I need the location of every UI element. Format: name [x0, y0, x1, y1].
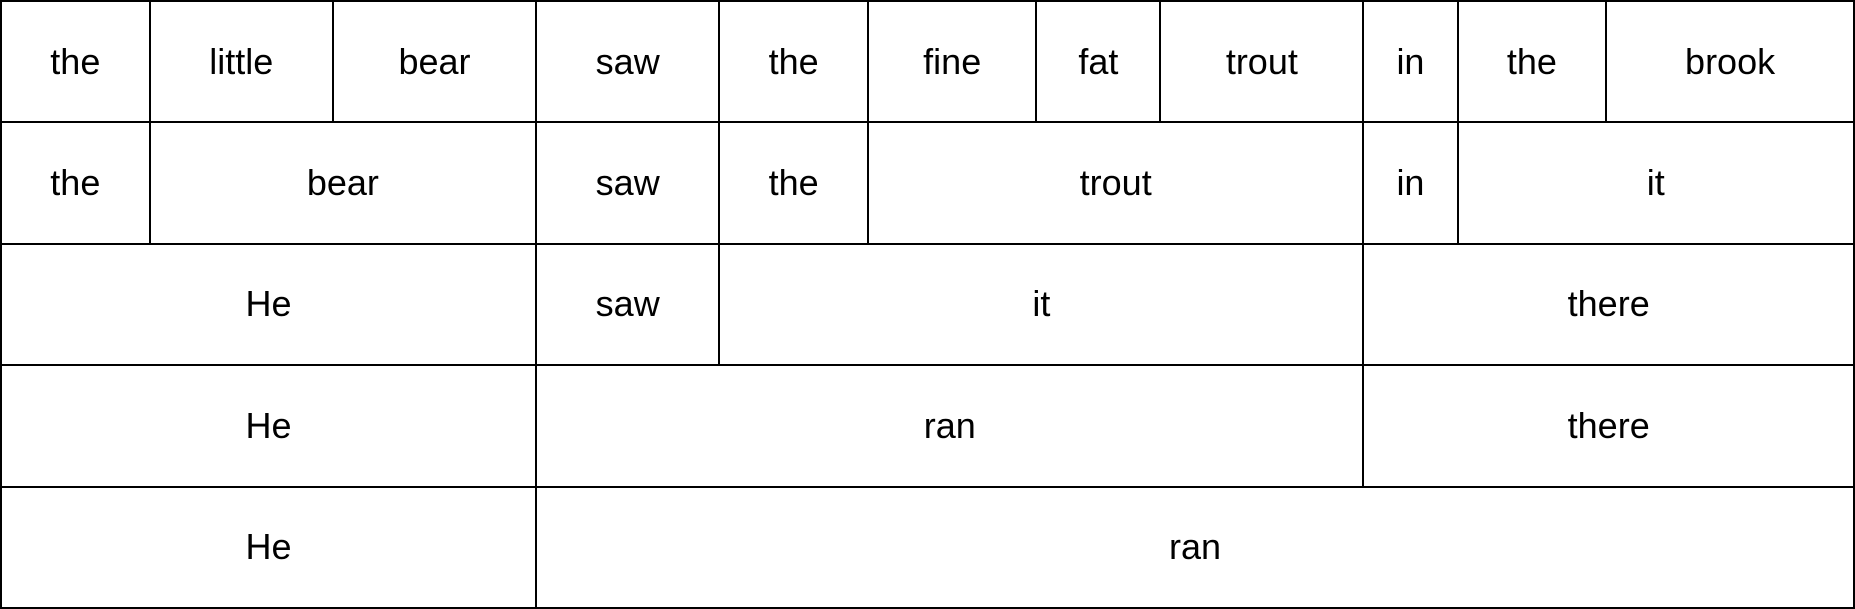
table-cell: little	[150, 1, 333, 122]
table-cell: the	[719, 122, 868, 243]
table-cell: in	[1363, 1, 1457, 122]
table-cell: it	[719, 244, 1363, 365]
table-cell: He	[1, 365, 536, 486]
main-table-container: thelittlebearsawthefinefattroutinthebroo…	[0, 0, 1855, 609]
table-cell: saw	[536, 244, 719, 365]
table-cell: fine	[868, 1, 1036, 122]
table-cell: saw	[536, 122, 719, 243]
table-row: Hesawitthere	[1, 244, 1854, 365]
table-cell: there	[1363, 244, 1854, 365]
table-cell: He	[1, 487, 536, 608]
table-cell: the	[1458, 1, 1607, 122]
table-row: thelittlebearsawthefinefattroutinthebroo…	[1, 1, 1854, 122]
table-cell: ran	[536, 365, 1363, 486]
table-cell: saw	[536, 1, 719, 122]
table-cell: the	[1, 1, 150, 122]
table-cell: trout	[868, 122, 1363, 243]
table-cell: fat	[1036, 1, 1160, 122]
table-cell: trout	[1160, 1, 1363, 122]
table-cell: ran	[536, 487, 1854, 608]
table-row: thebearsawthetroutinit	[1, 122, 1854, 243]
table-cell: He	[1, 244, 536, 365]
table-cell: there	[1363, 365, 1854, 486]
table-cell: bear	[150, 122, 536, 243]
table-cell: it	[1458, 122, 1854, 243]
table-cell: brook	[1606, 1, 1854, 122]
table-cell: in	[1363, 122, 1457, 243]
table-row: Heranthere	[1, 365, 1854, 486]
word-table: thelittlebearsawthefinefattroutinthebroo…	[0, 0, 1855, 609]
table-cell: the	[1, 122, 150, 243]
table-row: Heran	[1, 487, 1854, 608]
table-cell: the	[719, 1, 868, 122]
table-cell: bear	[333, 1, 536, 122]
